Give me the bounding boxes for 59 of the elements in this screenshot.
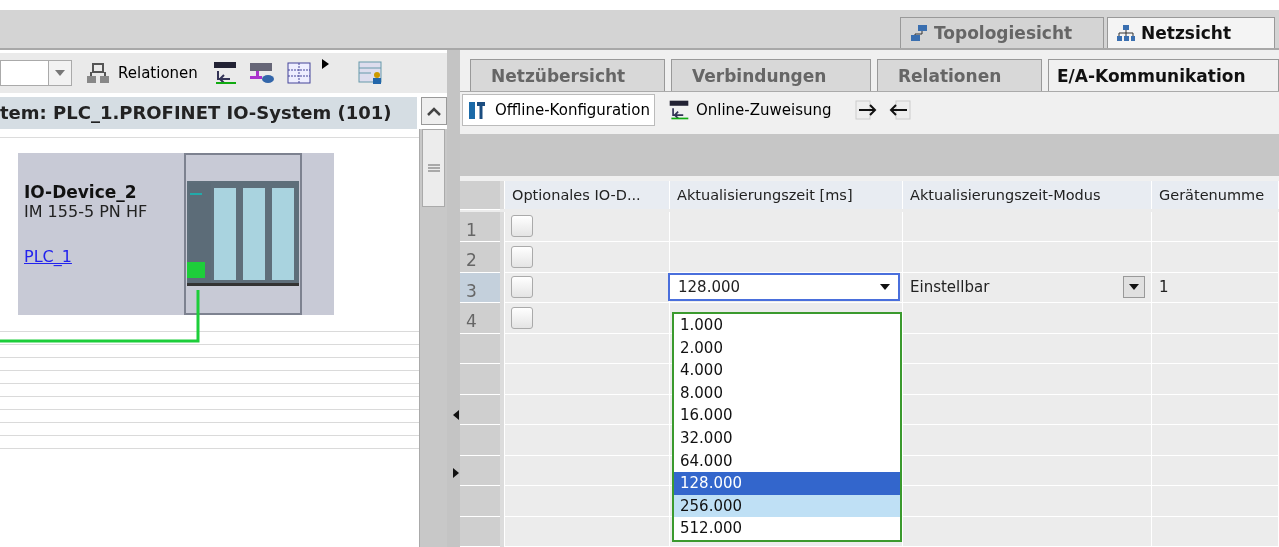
dropdown-button[interactable]	[1123, 276, 1145, 299]
relations-button[interactable]: Relationen	[82, 62, 202, 84]
tab[interactable]: Verbindungen	[671, 59, 871, 91]
expand-icon[interactable]	[321, 59, 330, 71]
table-icon[interactable]	[285, 61, 312, 85]
row-gutter	[500, 181, 505, 209]
column-header[interactable]: Aktualisierungszeit-Modus	[903, 181, 1152, 209]
offline-configuration-button[interactable]: Offline-Konfiguration	[462, 94, 655, 127]
chevron-up-icon	[427, 106, 441, 116]
dropdown-option[interactable]: 128.000	[674, 472, 900, 495]
column-header[interactable]: Gerätenumme	[1152, 181, 1279, 209]
dropdown-option[interactable]: 4.000	[674, 359, 900, 382]
dropdown-option[interactable]: 64.000	[674, 449, 900, 473]
checkbox[interactable]	[511, 306, 533, 329]
row-number[interactable]: 4	[460, 303, 500, 334]
dropdown-option[interactable]: 16.000	[674, 404, 900, 427]
row-number[interactable]: 2	[460, 242, 500, 273]
update-time-field[interactable]: 128.000	[668, 273, 900, 302]
network-view-icon[interactable]	[247, 61, 276, 85]
scrollbar-thumb[interactable]	[422, 129, 445, 207]
name-assign-icon	[667, 99, 690, 122]
scroll-up-button[interactable]	[421, 97, 447, 125]
arrow-right-icon[interactable]	[854, 99, 879, 122]
caret-icon	[880, 284, 890, 291]
device-card[interactable]: IO-Device_2 IM 155-5 PN HF PLC_1	[18, 153, 334, 315]
checkbox[interactable]	[511, 276, 533, 299]
row-number[interactable]: 1	[460, 211, 500, 242]
dropdown-option[interactable]: 8.000	[674, 381, 900, 405]
dropdown-option[interactable]: 1.000	[674, 314, 900, 337]
view-tab[interactable]: Topologiesicht	[900, 17, 1104, 48]
user-panel-icon[interactable]	[357, 60, 384, 86]
topology-icon	[909, 24, 929, 42]
row-number[interactable]: 3	[460, 272, 500, 303]
caret-icon	[55, 70, 65, 76]
name-assign-icon[interactable]	[211, 61, 238, 85]
dropdown-option[interactable]: 2.000	[674, 336, 900, 360]
online-assignment-button[interactable]: Online-Zuweisung	[662, 94, 837, 127]
table-cell-text: 1	[1158, 278, 1169, 297]
tab[interactable]: Relationen	[877, 59, 1042, 91]
dropdown-option[interactable]: 256.000	[674, 494, 900, 518]
device-type: IM 155-5 PN HF	[24, 202, 148, 221]
device-name: IO-Device_2	[24, 182, 137, 202]
dropdown-option[interactable]: 32.000	[674, 426, 900, 450]
grip-icon	[427, 164, 440, 172]
dropdown-option[interactable]: 512.000	[674, 517, 900, 540]
table-cell-text: Einstellbar	[909, 278, 990, 297]
network-icon	[1116, 24, 1136, 42]
panel-header: tem: PLC_1.PROFINET IO-System (101)	[0, 97, 417, 129]
column-header[interactable]: Optionales IO-D...	[505, 181, 670, 209]
tab[interactable]: E/A-Kommunikation	[1048, 59, 1279, 91]
checkbox[interactable]	[511, 215, 533, 238]
checkbox[interactable]	[511, 245, 533, 268]
caret-icon	[1129, 284, 1139, 291]
view-tab[interactable]: Netzsicht	[1107, 17, 1275, 48]
dropdown-field[interactable]	[0, 60, 72, 86]
hierarchy-icon	[86, 62, 110, 84]
plc-link[interactable]: PLC_1	[24, 247, 72, 266]
tab[interactable]: Netzübersicht	[470, 59, 665, 91]
column-header[interactable]: Aktualisierungszeit [ms]	[670, 181, 903, 209]
